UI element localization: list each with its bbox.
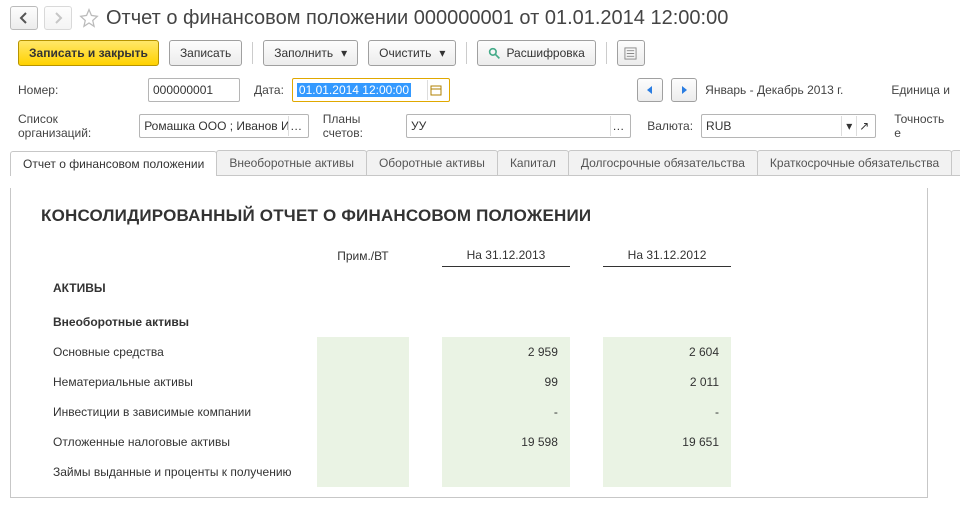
decode-button[interactable]: Расшифровка: [477, 40, 595, 66]
date-label: Дата:: [254, 83, 284, 97]
precision-label: Точность е: [894, 112, 950, 140]
magnifier-icon: [488, 47, 501, 60]
tab-ca[interactable]: Оборотные активы: [366, 150, 498, 175]
report-body: КОНСОЛИДИРОВАННЫЙ ОТЧЕТ О ФИНАНСОВОМ ПОЛ…: [10, 188, 928, 498]
chevron-down-icon[interactable]: ▾: [841, 116, 856, 136]
unit-label: Единица и: [891, 83, 950, 97]
table-row: Займы выданные и проценты к получению: [41, 457, 731, 487]
sub-nca: Внеоборотные активы: [41, 305, 317, 337]
table-row: Нематериальные активы992 011: [41, 367, 731, 397]
fill-button[interactable]: Заполнить▾: [263, 40, 358, 66]
favorite-icon[interactable]: [78, 7, 100, 29]
period-text: Январь - Декабрь 2013 г.: [705, 83, 843, 97]
save-close-button[interactable]: Записать и закрыть: [18, 40, 159, 66]
tab-stliab[interactable]: Краткосрочные обязательства: [757, 150, 952, 175]
chevron-down-icon: ▾: [341, 46, 347, 60]
table-row: Инвестиции в зависимые компании--: [41, 397, 731, 427]
forward-button[interactable]: [44, 6, 72, 30]
report-title: КОНСОЛИДИРОВАННЫЙ ОТЧЕТ О ФИНАНСОВОМ ПОЛ…: [41, 206, 897, 226]
ellipsis-icon[interactable]: …: [288, 116, 304, 136]
col-2012: На 31.12.2012: [603, 244, 731, 267]
tab-bar: Отчет о финансовом положении Внеоборотны…: [10, 150, 960, 176]
open-icon[interactable]: ↗: [856, 116, 871, 136]
accplans-label: Планы счетов:: [323, 112, 398, 140]
col-2013: На 31.12.2013: [442, 244, 570, 267]
list-icon: [624, 47, 637, 60]
number-field[interactable]: [148, 78, 240, 102]
clear-button[interactable]: Очистить▾: [368, 40, 456, 66]
tab-capital[interactable]: Капитал: [497, 150, 569, 175]
ellipsis-icon[interactable]: …: [610, 116, 627, 136]
accplans-field[interactable]: …: [406, 114, 631, 138]
number-label: Номер:: [18, 83, 140, 97]
next-period-button[interactable]: [671, 78, 697, 102]
table-row: Основные средства2 9592 604: [41, 337, 731, 367]
orglist-label: Список организаций:: [18, 112, 131, 140]
back-button[interactable]: [10, 6, 38, 30]
tab-report[interactable]: Отчет о финансовом положении: [10, 151, 217, 176]
col-note: Прим./ВТ: [317, 244, 409, 267]
table-row: Отложенные налоговые активы19 59819 651: [41, 427, 731, 457]
prev-period-button[interactable]: [637, 78, 663, 102]
currency-label: Валюта:: [647, 119, 693, 133]
report-settings-button[interactable]: [617, 40, 645, 66]
calendar-icon[interactable]: [427, 80, 445, 100]
page-title: Отчет о финансовом положении 000000001 о…: [106, 7, 728, 30]
currency-field[interactable]: ▾ ↗: [701, 114, 876, 138]
date-field[interactable]: 01.01.2014 12:00:00: [292, 78, 450, 102]
section-assets: АКТИВЫ: [41, 267, 317, 305]
tab-ltliab[interactable]: Долгосрочные обязательства: [568, 150, 758, 175]
save-button[interactable]: Записать: [169, 40, 242, 66]
chevron-down-icon: ▾: [439, 46, 445, 60]
tab-nca[interactable]: Внеоборотные активы: [216, 150, 367, 175]
orglist-field[interactable]: …: [139, 114, 309, 138]
tab-addrows[interactable]: Дополнительные стро: [951, 150, 960, 175]
